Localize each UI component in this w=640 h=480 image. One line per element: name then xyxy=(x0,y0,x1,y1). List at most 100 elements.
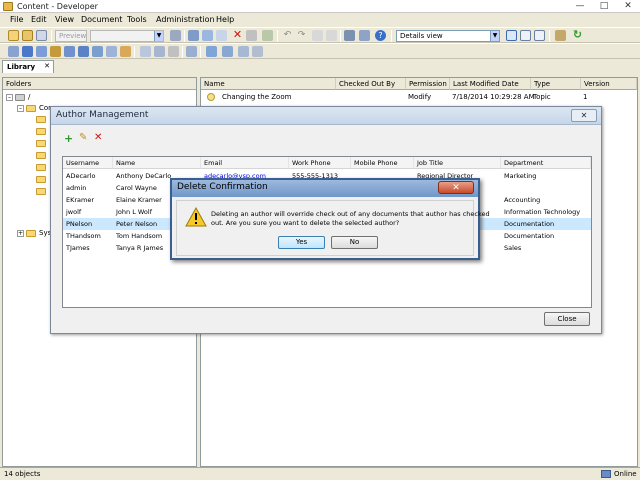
subfolder-icon[interactable] xyxy=(36,188,46,195)
undo-icon[interactable]: ↶ xyxy=(282,30,293,41)
settings-icon[interactable] xyxy=(168,46,179,57)
author-dialog-close-button[interactable]: ✕ xyxy=(571,109,597,122)
subfolder-icon[interactable] xyxy=(36,152,46,159)
author-department: Information Technology xyxy=(504,208,581,216)
layout-full-icon[interactable] xyxy=(506,30,517,41)
menu-help[interactable]: Help xyxy=(216,15,234,24)
author-dialog-titlebar: Author Management ✕ xyxy=(51,107,601,125)
edit-author-icon[interactable]: ✎ xyxy=(79,133,87,143)
content-folder-icon xyxy=(26,105,36,112)
lock-icon[interactable] xyxy=(252,46,263,57)
col-name[interactable]: Name xyxy=(201,78,336,90)
no-button[interactable]: No xyxy=(331,236,378,249)
view-select[interactable]: Details view ▼ xyxy=(396,30,500,42)
author-icon[interactable] xyxy=(120,46,131,57)
subfolder-icon[interactable] xyxy=(36,176,46,183)
app-icon xyxy=(3,2,13,11)
copy-icon[interactable] xyxy=(202,30,213,41)
redo-icon[interactable]: ↷ xyxy=(296,30,307,41)
new-folder-icon[interactable] xyxy=(8,30,19,41)
tab-library[interactable]: Library ✕ xyxy=(2,60,54,73)
delete-author-icon[interactable]: ✕ xyxy=(94,133,102,143)
col-job-title[interactable]: Job Title xyxy=(414,157,501,169)
col-author-name[interactable]: Name xyxy=(113,157,201,169)
preview-button[interactable]: Preview xyxy=(55,30,87,42)
tag-icon[interactable] xyxy=(238,46,249,57)
preview-select[interactable]: ▼ xyxy=(90,30,164,42)
col-email[interactable]: Email xyxy=(201,157,289,169)
find-icon[interactable] xyxy=(262,30,273,41)
subfolder-icon[interactable] xyxy=(36,116,46,123)
author-username: ADecarlo xyxy=(66,172,96,180)
author-name: Elaine Kramer xyxy=(116,196,162,204)
col-permission[interactable]: Permission xyxy=(406,78,450,90)
menu-tools[interactable]: Tools xyxy=(127,15,147,24)
review-icon[interactable] xyxy=(106,46,117,57)
compare-icon[interactable] xyxy=(64,46,75,57)
add-author-icon[interactable]: + xyxy=(64,133,73,144)
col-department[interactable]: Department xyxy=(501,157,591,169)
package-icon[interactable] xyxy=(50,46,61,57)
report-icon[interactable] xyxy=(140,46,151,57)
menu-edit[interactable]: Edit xyxy=(31,15,47,24)
close-window-button[interactable]: ✕ xyxy=(616,0,640,12)
history-icon[interactable] xyxy=(78,46,89,57)
translate-icon[interactable] xyxy=(186,46,197,57)
rename-icon[interactable] xyxy=(246,30,257,41)
menu-document[interactable]: Document xyxy=(81,15,122,24)
col-last-modified[interactable]: Last Modified Date xyxy=(450,78,531,90)
workflow-icon[interactable] xyxy=(92,46,103,57)
print-icon[interactable] xyxy=(154,46,165,57)
menu-view[interactable]: View xyxy=(55,15,74,24)
cut-icon[interactable] xyxy=(188,30,199,41)
spellcheck-icon[interactable] xyxy=(359,30,370,41)
open-icon[interactable] xyxy=(22,30,33,41)
col-type[interactable]: Type xyxy=(531,78,581,90)
export-icon[interactable] xyxy=(555,30,566,41)
refresh-icon[interactable]: ↻ xyxy=(572,29,583,41)
expand-system-icon[interactable]: + xyxy=(17,230,24,237)
menu-file[interactable]: File xyxy=(10,15,23,24)
subfolder-icon[interactable] xyxy=(36,128,46,135)
move-up-icon[interactable] xyxy=(206,46,217,57)
move-down-icon[interactable] xyxy=(222,46,233,57)
subfolder-icon[interactable] xyxy=(36,140,46,147)
help-icon[interactable]: ? xyxy=(375,30,386,41)
root-folder-icon xyxy=(15,94,25,101)
link-icon[interactable] xyxy=(36,46,47,57)
import-icon[interactable] xyxy=(8,46,19,57)
author-name: Anthony DeCarlo xyxy=(116,172,172,180)
expand-root-icon[interactable]: – xyxy=(6,94,13,101)
minimize-button[interactable]: — xyxy=(568,0,592,12)
expand-content-icon[interactable]: – xyxy=(17,105,24,112)
paste-icon[interactable] xyxy=(216,30,227,41)
subfolder-icon[interactable] xyxy=(36,164,46,171)
close-tab-icon[interactable]: ✕ xyxy=(44,62,50,70)
delete-icon[interactable]: ✕ xyxy=(232,29,243,41)
checkin-icon[interactable] xyxy=(170,30,181,41)
publish-icon[interactable] xyxy=(22,46,33,57)
yes-button[interactable]: Yes xyxy=(278,236,325,249)
properties-icon[interactable] xyxy=(36,30,47,41)
col-version[interactable]: Version xyxy=(581,78,637,90)
table-row[interactable]: Changing the Zoom Modify 7/18/2014 10:29… xyxy=(201,92,637,103)
doc-version: 1 xyxy=(583,93,588,101)
folders-header: Folders xyxy=(3,78,196,90)
zoom-in-icon[interactable] xyxy=(312,30,323,41)
col-mobile-phone[interactable]: Mobile Phone xyxy=(351,157,414,169)
maximize-button[interactable]: □ xyxy=(592,0,616,12)
close-button[interactable]: Close xyxy=(544,312,590,326)
layout-split-v-icon[interactable] xyxy=(534,30,545,41)
col-work-phone[interactable]: Work Phone xyxy=(289,157,351,169)
root-folder-label[interactable]: / xyxy=(28,93,30,101)
col-checked-out-by[interactable]: Checked Out By xyxy=(336,78,406,90)
zoom-out-icon[interactable] xyxy=(326,30,337,41)
author-name: John L Wolf xyxy=(116,208,153,216)
col-username[interactable]: Username xyxy=(63,157,113,169)
window-title: Content - Developer xyxy=(17,2,98,11)
menu-administration[interactable]: Administration xyxy=(156,15,215,24)
layout-split-h-icon[interactable] xyxy=(520,30,531,41)
delete-dialog-close-button[interactable]: ✕ xyxy=(438,181,474,194)
binoculars-icon[interactable] xyxy=(344,30,355,41)
author-username: PNelson xyxy=(66,220,93,228)
